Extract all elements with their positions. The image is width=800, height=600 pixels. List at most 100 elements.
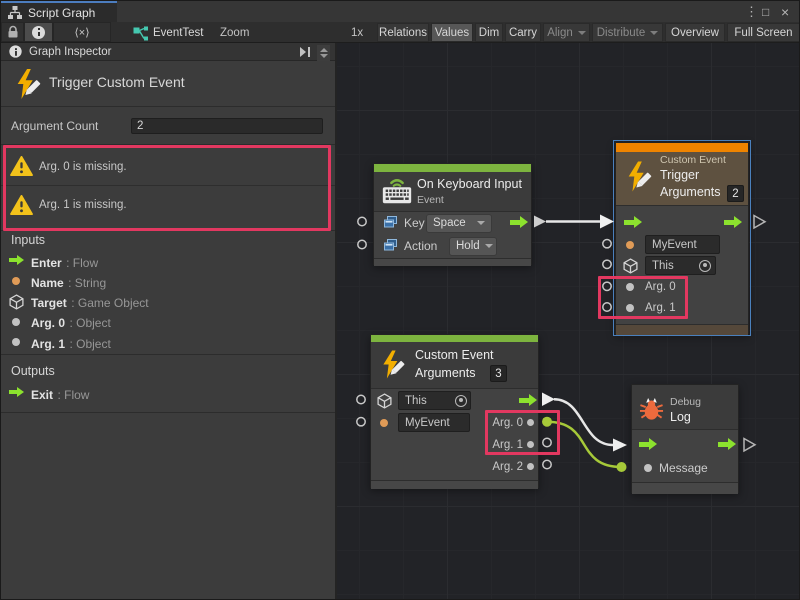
game-object-cube-icon <box>623 258 638 274</box>
input-action-icon <box>384 239 397 251</box>
message-label: Message <box>659 461 708 475</box>
object-port-icon <box>626 304 634 312</box>
info-icon <box>9 45 21 57</box>
key-label: Key <box>404 216 425 230</box>
arg-label: Arg. 0 <box>466 417 523 429</box>
port-row: Target : Game Object <box>31 294 149 312</box>
flow-input-arrow[interactable] <box>624 216 642 229</box>
carry-button[interactable]: Carry <box>505 23 541 42</box>
custom-event-icon <box>13 67 43 101</box>
argument-count-label: Argument Count <box>11 119 98 133</box>
port-row: Arg. 0 : Object <box>31 314 111 332</box>
key-dropdown[interactable]: Space <box>426 214 492 233</box>
node-footer <box>632 482 738 494</box>
node-arguments-label: Arguments <box>415 366 475 380</box>
node-footer <box>616 324 748 335</box>
lock-button[interactable] <box>1 22 24 42</box>
warning-text: Arg. 1 is missing. <box>39 199 127 211</box>
lock-icon <box>7 25 19 39</box>
node-title: Trigger <box>660 168 699 182</box>
zoom-value: 1x <box>351 27 363 39</box>
window-menu-icon[interactable]: ⋮ <box>745 1 758 22</box>
align-dropdown[interactable]: Align <box>543 23 590 42</box>
chevron-down-icon <box>578 31 586 35</box>
node-footer <box>374 258 531 267</box>
argument-count-field[interactable]: 2 <box>131 118 323 134</box>
flow-arrow-icon <box>9 387 24 397</box>
distribute-dropdown[interactable]: Distribute <box>592 23 663 42</box>
node-title: Log <box>670 410 691 424</box>
graph-hierarchy-icon <box>8 6 22 19</box>
inspector-header[interactable]: Graph Inspector <box>1 43 335 61</box>
object-port-icon <box>527 463 534 470</box>
object-port-icon <box>12 318 20 326</box>
node-subtitle: Event <box>417 194 444 206</box>
tab-script-graph[interactable]: Script Graph <box>1 1 117 22</box>
inspector-header-title: Graph Inspector <box>29 46 111 58</box>
game-object-cube-icon <box>9 294 24 310</box>
flow-output-arrow[interactable] <box>510 216 528 229</box>
window-close-icon[interactable]: × <box>781 1 789 22</box>
port-row: Arg. 1 : Object <box>31 335 111 353</box>
chevron-down-icon <box>650 31 658 35</box>
panel-collapse-icon[interactable] <box>300 47 310 57</box>
arguments-count-box[interactable]: 3 <box>490 365 507 382</box>
node-color-bar <box>371 335 538 342</box>
flow-output-arrow[interactable] <box>724 216 742 229</box>
window-maximize-icon[interactable]: □ <box>762 1 769 22</box>
arguments-count-box[interactable]: 2 <box>727 185 744 202</box>
node-kicker: Custom Event <box>660 154 726 166</box>
port-row: Exit : Flow <box>31 386 89 404</box>
node-title: Custom Event <box>415 348 494 362</box>
node-title: On Keyboard Input <box>417 177 522 191</box>
object-picker-icon[interactable] <box>455 395 467 407</box>
port-row: Enter : Flow <box>31 254 98 272</box>
outputs-section-label: Outputs <box>11 364 55 378</box>
overview-button[interactable]: Overview <box>665 23 725 42</box>
tab-bar: Script Graph ⋮ □ × <box>1 1 800 22</box>
string-port-icon <box>380 419 388 427</box>
node-color-bar <box>374 164 531 172</box>
flow-input-arrow[interactable] <box>639 438 657 451</box>
game-object-cube-icon <box>377 393 392 409</box>
flow-output-arrow[interactable] <box>718 438 736 451</box>
full-screen-button[interactable]: Full Screen <box>727 23 800 42</box>
arg-label: Arg. 1 <box>466 439 523 451</box>
values-button[interactable]: Values <box>431 23 473 42</box>
arg-label: Arg. 2 <box>466 461 523 473</box>
panel-spinner[interactable] <box>317 45 330 61</box>
graph-name[interactable]: EventTest <box>153 27 204 39</box>
event-name-field[interactable]: MyEvent <box>398 413 470 432</box>
dim-button[interactable]: Dim <box>475 23 503 42</box>
chevron-down-icon <box>477 221 485 225</box>
bug-icon <box>639 397 664 421</box>
chevron-down-icon <box>485 244 493 248</box>
node-trigger-custom-event[interactable]: Custom Event Trigger Arguments 2 MyEvent… <box>615 142 749 334</box>
graph-asset-icon <box>133 26 149 41</box>
action-dropdown[interactable]: Hold <box>449 237 497 256</box>
port-row: Name : String <box>31 274 106 292</box>
warning-text: Arg. 0 is missing. <box>39 161 127 173</box>
inspector-toggle-button[interactable] <box>24 22 53 42</box>
graph-toolbar: ⟨×⟩ EventTest Zoom 1x Relations Values D… <box>1 22 800 43</box>
relations-button[interactable]: Relations <box>377 23 429 42</box>
input-action-icon <box>384 216 397 228</box>
arg-label: Arg. 1 <box>645 302 676 314</box>
node-on-keyboard-input[interactable]: On Keyboard Input Event Key Space Action… <box>373 163 532 265</box>
object-port-icon <box>644 464 652 472</box>
node-arguments-label: Arguments <box>660 185 720 199</box>
flow-output-arrow[interactable] <box>519 394 537 407</box>
spinner-up-icon <box>320 48 328 52</box>
node-custom-event[interactable]: Custom Event Arguments 3 This MyEvent Ar… <box>370 334 539 488</box>
zoom-label: Zoom <box>220 27 249 39</box>
event-name-field[interactable]: MyEvent <box>645 235 720 254</box>
flow-arrow-icon <box>9 255 24 265</box>
code-preview-button[interactable]: ⟨×⟩ <box>53 22 111 42</box>
node-color-bar <box>616 143 748 152</box>
action-label: Action <box>404 239 437 253</box>
node-debug-log[interactable]: Debug Log Message <box>631 384 739 493</box>
panel-divider[interactable] <box>335 43 337 600</box>
node-footer <box>371 480 538 490</box>
object-picker-icon[interactable] <box>699 260 711 272</box>
inputs-section-label: Inputs <box>11 233 45 247</box>
